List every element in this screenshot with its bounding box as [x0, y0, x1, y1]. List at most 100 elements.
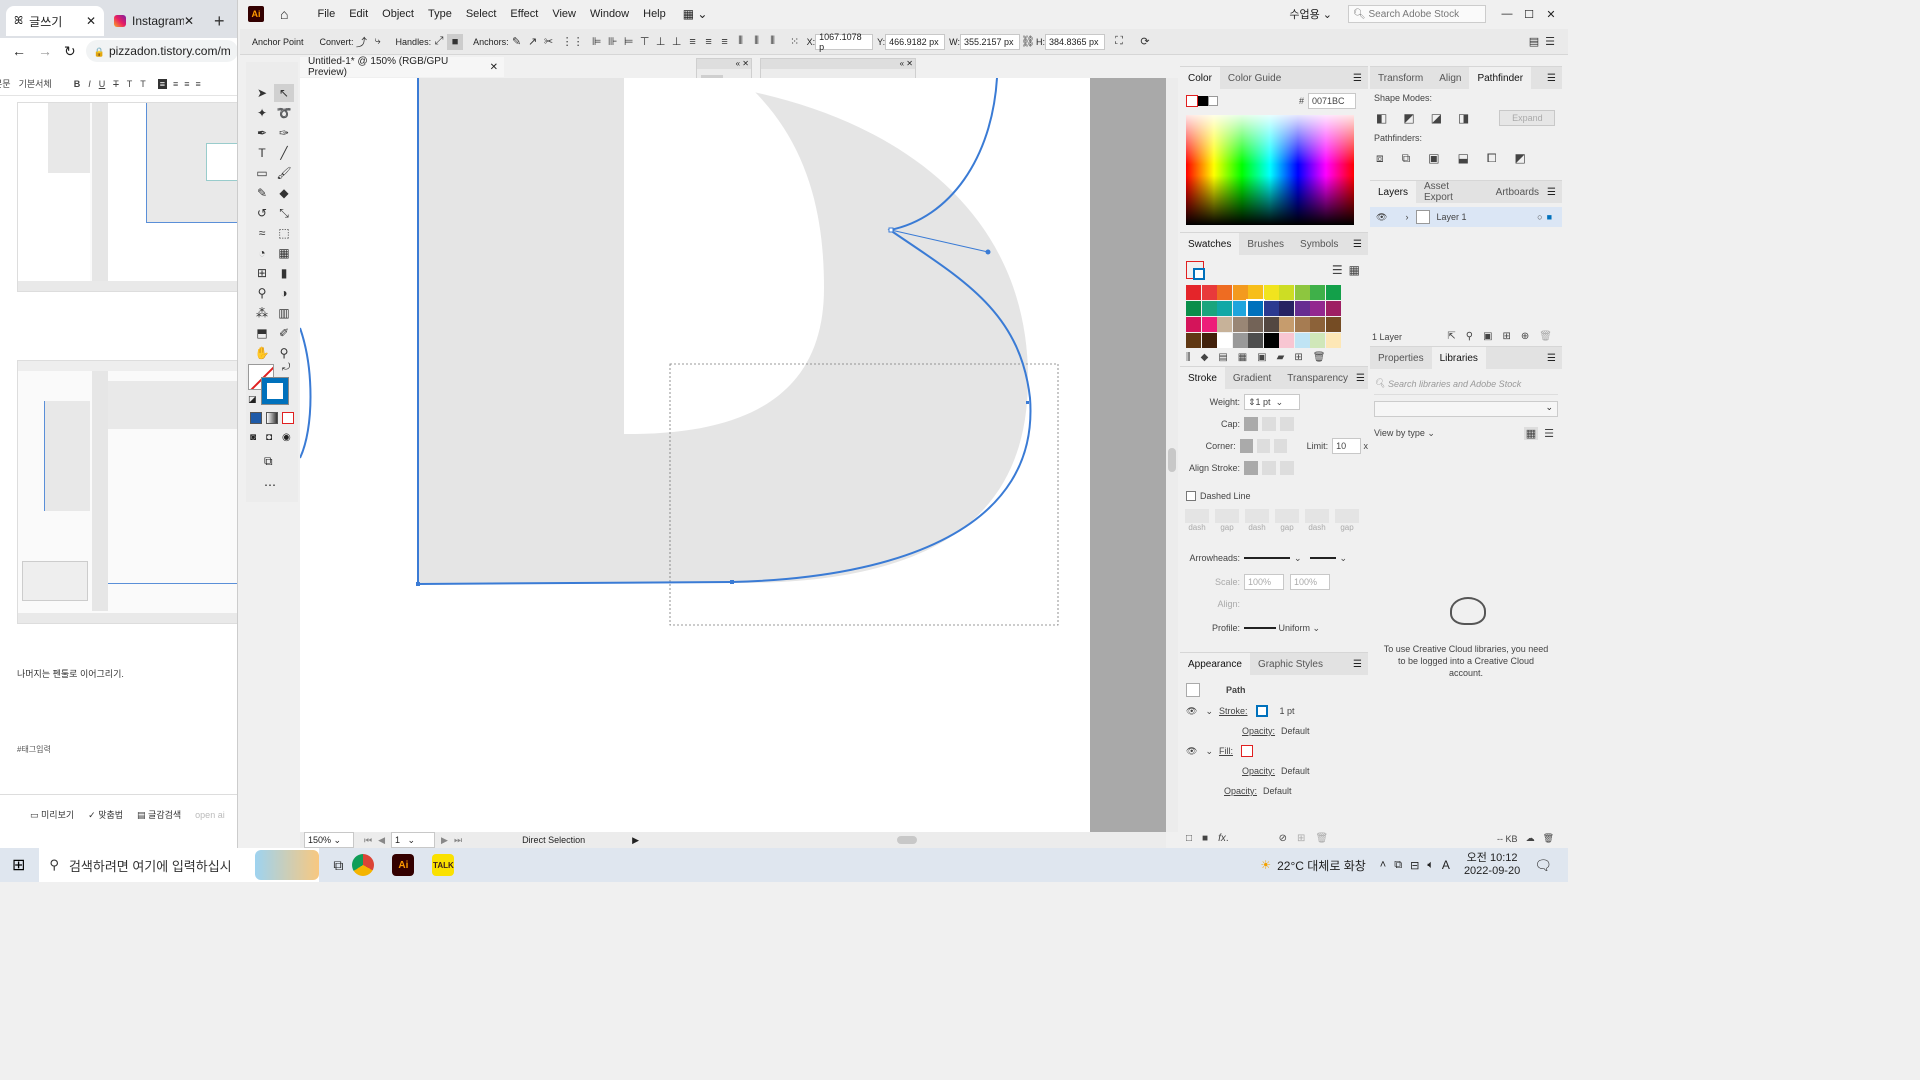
align-top-icon[interactable]: ⊤ [637, 34, 653, 50]
magic-wand-tool-icon[interactable]: ✦ [252, 104, 272, 122]
menu-select[interactable]: Select [459, 8, 504, 20]
clipping-mask-icon[interactable]: ▣ [1483, 331, 1492, 342]
network-icon[interactable]: ⊟ [1410, 859, 1419, 872]
y-field[interactable]: 466.9182 px [885, 33, 946, 50]
align-options-icon[interactable]: ⋮⋮ [562, 34, 584, 50]
maximize-button[interactable]: ☐ [1518, 8, 1540, 21]
remove-anchor-icon[interactable]: ✎ [509, 34, 525, 50]
color-swatch[interactable] [1232, 285, 1248, 300]
transform-options-icon[interactable]: ▤ [1526, 34, 1542, 50]
new-swatch-icon[interactable]: ⊞ [1294, 352, 1302, 363]
layer-name[interactable]: Layer 1 [1436, 212, 1466, 222]
color-swatch[interactable] [1201, 301, 1217, 316]
tab-color[interactable]: Color [1180, 67, 1220, 89]
limit-field[interactable]: 10 [1332, 438, 1361, 454]
duplicate-item-icon[interactable]: ⊞ [1297, 833, 1305, 844]
x-field[interactable]: 1067.1078 p [815, 32, 874, 52]
color-swatch[interactable] [1325, 301, 1341, 316]
panel-menu-icon[interactable]: ☰ [1542, 34, 1558, 50]
dash-gap-field[interactable]: dash [1244, 509, 1270, 532]
bg-color-icon[interactable]: T [140, 79, 146, 89]
tab-gradient[interactable]: Gradient [1225, 367, 1279, 389]
direct-selection-tool-icon[interactable]: ↖ [274, 84, 294, 102]
shape-builder-tool-icon[interactable]: ◔ [252, 244, 272, 262]
square-cap-icon[interactable] [1280, 417, 1294, 431]
dash-gap-field[interactable]: dash [1304, 509, 1330, 532]
target-icon[interactable]: ○ [1537, 212, 1542, 222]
tab-symbols[interactable]: Symbols [1292, 233, 1346, 255]
tab-properties[interactable]: Properties [1370, 347, 1432, 369]
handle-point[interactable] [985, 249, 991, 255]
zoom-tool-icon[interactable]: ⚲ [274, 344, 294, 362]
divide-icon[interactable]: ⧈ [1376, 151, 1384, 166]
panel-menu-icon[interactable]: ☰ [1356, 373, 1365, 384]
black-mini[interactable] [1198, 96, 1208, 106]
pen-tool-icon[interactable]: ✒ [252, 124, 272, 142]
color-swatch[interactable] [1232, 301, 1248, 316]
tab-transform[interactable]: Transform [1370, 67, 1431, 89]
tab-graphic-styles[interactable]: Graphic Styles [1250, 653, 1331, 675]
new-group-icon[interactable]: ▣ [1257, 352, 1266, 363]
post-body-text[interactable]: 나머지는 펜툴로 이어그리기. [17, 667, 124, 680]
close-icon[interactable]: ✕ [86, 14, 96, 28]
distribute-bottom-icon[interactable]: ≡ [717, 34, 733, 50]
color-swatch[interactable] [1294, 333, 1310, 348]
expand-button[interactable]: Expand [1499, 110, 1556, 126]
shaper-tool-icon[interactable]: ✎ [252, 184, 272, 202]
recolor-icon[interactable]: ⟳ [1137, 34, 1153, 50]
menu-effect[interactable]: Effect [503, 8, 545, 20]
rotate-tool-icon[interactable]: ↺ [252, 204, 272, 222]
eye-icon[interactable]: 👁︎ [1186, 706, 1197, 717]
dash-gap-field[interactable]: gap [1214, 509, 1240, 532]
swatch-grid[interactable] [1186, 285, 1350, 349]
color-swatch[interactable] [1263, 333, 1279, 348]
distribute-left-icon[interactable]: ⫴ [733, 34, 749, 50]
screen-mode-icon[interactable]: ⧉ [264, 454, 273, 469]
close-icon[interactable]: ✕ [184, 14, 194, 28]
hide-handles-icon[interactable]: ■ [447, 33, 464, 50]
open-ai-button[interactable]: open ai [195, 810, 225, 820]
tab-color-guide[interactable]: Color Guide [1220, 67, 1289, 89]
tab-swatches[interactable]: Swatches [1180, 233, 1240, 255]
clear-appearance-icon[interactable]: ⊘ [1279, 833, 1287, 844]
align-hcenter-icon[interactable]: ⊪ [605, 34, 621, 50]
first-artboard-icon[interactable]: ⏮ [364, 835, 372, 846]
color-swatch[interactable] [1201, 285, 1217, 300]
reload-icon[interactable]: ↻ [64, 43, 76, 60]
w-field[interactable]: 355.2157 px [959, 33, 1020, 50]
close-icon[interactable]: ✕ [490, 62, 498, 73]
add-effect-icon[interactable]: fx. [1218, 833, 1229, 844]
tab-libraries[interactable]: Libraries [1431, 347, 1486, 369]
spellcheck-button[interactable]: ✓ 맞춤법 [88, 808, 123, 821]
view-by-type-select[interactable]: View by type ⌄ [1374, 428, 1435, 439]
color-swatch[interactable] [1248, 333, 1263, 348]
horizontal-scrollbar[interactable] [647, 835, 1166, 845]
round-cap-icon[interactable] [1262, 417, 1276, 431]
italic-icon[interactable]: I [88, 79, 91, 89]
add-stroke-icon[interactable]: □ [1186, 833, 1192, 844]
prev-artboard-icon[interactable]: ◀ [378, 835, 385, 846]
close-window-button[interactable]: ✕ [1540, 8, 1562, 21]
color-spectrum[interactable] [1186, 115, 1354, 225]
embedded-screenshot-1[interactable] [17, 102, 237, 292]
cut-path-icon[interactable]: ✂ [541, 34, 557, 50]
panel-menu-icon[interactable]: ☰ [1353, 659, 1362, 670]
minus-front-icon[interactable]: ◩ [1403, 111, 1414, 125]
outline-icon[interactable]: ⧠ [1487, 151, 1497, 166]
align-right-icon[interactable]: ⊨ [621, 34, 637, 50]
more-tools-icon[interactable]: ⋯ [264, 478, 276, 492]
color-swatch[interactable] [1201, 333, 1217, 348]
color-swatch[interactable] [1279, 333, 1294, 348]
color-swatch[interactable] [1217, 333, 1232, 348]
forward-icon[interactable]: → [38, 43, 52, 59]
color-swatch[interactable] [1310, 285, 1325, 300]
gradient-mode-icon[interactable] [266, 412, 278, 424]
gradient-tool-icon[interactable]: ▮ [274, 264, 294, 282]
tab-brushes[interactable]: Brushes [1239, 233, 1292, 255]
start-arrowhead-select[interactable] [1244, 557, 1290, 559]
new-sublayer-icon[interactable]: ⊞ [1503, 331, 1511, 342]
color-swatch[interactable] [1232, 333, 1248, 348]
new-tab-button[interactable]: + [206, 6, 232, 36]
grid-view-icon[interactable]: ▦ [1523, 426, 1539, 440]
stroke-color-chip[interactable] [1255, 705, 1268, 717]
